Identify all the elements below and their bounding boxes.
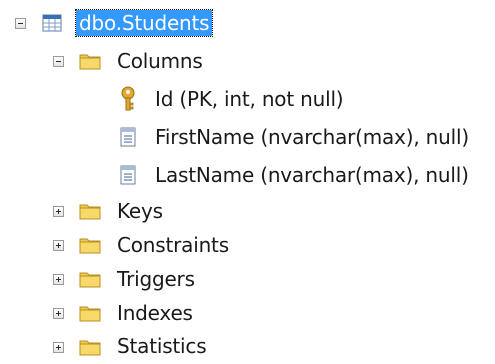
- tree-node-keys[interactable]: Keys: [0, 195, 240, 227]
- primary-key-icon: [116, 85, 140, 111]
- column-icon: [116, 163, 140, 187]
- folder-icon: [78, 199, 102, 223]
- collapse-toggle[interactable]: [15, 18, 26, 29]
- triggers-folder-label[interactable]: Triggers: [114, 266, 198, 292]
- tree-node-triggers[interactable]: Triggers: [0, 263, 240, 295]
- tree-node-column[interactable]: FirstName (nvarchar(max), null): [0, 121, 495, 153]
- keys-folder-label[interactable]: Keys: [114, 198, 166, 224]
- expand-toggle[interactable]: [53, 206, 64, 217]
- tree-node-column[interactable]: LastName (nvarchar(max), null): [0, 159, 495, 191]
- indexes-folder-label[interactable]: Indexes: [114, 300, 196, 326]
- tree-node-constraints[interactable]: Constraints: [0, 229, 260, 261]
- expand-toggle[interactable]: [53, 308, 64, 319]
- tree-node-indexes[interactable]: Indexes: [0, 297, 240, 329]
- columns-folder-label[interactable]: Columns: [114, 48, 206, 74]
- object-explorer-tree: dbo.Students Columns Id (PK, int, not nu…: [0, 0, 495, 363]
- expand-toggle[interactable]: [53, 240, 64, 251]
- tree-node-columns[interactable]: Columns: [0, 45, 240, 77]
- collapse-toggle[interactable]: [53, 56, 64, 67]
- tree-node-statistics[interactable]: Statistics: [0, 331, 240, 363]
- tree-node-table[interactable]: dbo.Students: [0, 7, 240, 39]
- column-label[interactable]: LastName (nvarchar(max), null): [152, 162, 472, 188]
- folder-icon: [78, 335, 102, 359]
- column-icon: [116, 125, 140, 149]
- column-label[interactable]: Id (PK, int, not null): [152, 86, 346, 112]
- table-label[interactable]: dbo.Students: [74, 9, 214, 37]
- folder-icon: [78, 267, 102, 291]
- constraints-folder-label[interactable]: Constraints: [114, 232, 232, 258]
- tree-node-column[interactable]: Id (PK, int, not null): [0, 83, 460, 115]
- folder-icon: [78, 301, 102, 325]
- table-icon: [40, 11, 64, 35]
- expand-toggle[interactable]: [53, 274, 64, 285]
- folder-icon: [78, 233, 102, 257]
- folder-icon: [78, 49, 102, 73]
- column-label[interactable]: FirstName (nvarchar(max), null): [152, 124, 472, 150]
- statistics-folder-label[interactable]: Statistics: [114, 333, 209, 359]
- expand-toggle[interactable]: [53, 342, 64, 353]
